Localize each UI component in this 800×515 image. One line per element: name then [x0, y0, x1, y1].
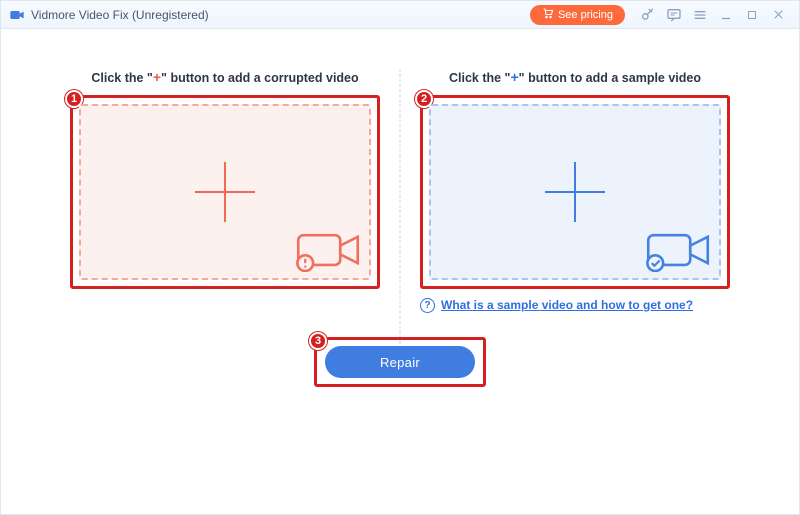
- repair-button[interactable]: Repair: [325, 346, 475, 378]
- sample-help-row: ? What is a sample video and how to get …: [420, 297, 730, 313]
- key-icon[interactable]: [635, 2, 661, 28]
- plus-icon: [195, 162, 255, 222]
- close-icon[interactable]: [765, 2, 791, 28]
- text: " button to add a corrupted video: [161, 71, 359, 85]
- corrupted-instruction: Click the "+" button to add a corrupted …: [91, 69, 358, 85]
- step-1-callout: 1: [70, 95, 380, 289]
- plus-icon: [545, 162, 605, 222]
- sample-instruction: Click the "+" button to add a sample vid…: [449, 69, 701, 85]
- see-pricing-label: See pricing: [558, 9, 613, 21]
- plus-icon: +: [510, 69, 518, 85]
- video-warning-icon: [293, 228, 363, 272]
- titlebar: Vidmore Video Fix (Unregistered) See pri…: [1, 1, 799, 29]
- add-corrupted-video-dropzone[interactable]: [79, 104, 371, 280]
- menu-icon[interactable]: [687, 2, 713, 28]
- plus-icon: +: [153, 69, 161, 85]
- vertical-divider: [400, 69, 401, 369]
- text: " button to add a sample video: [519, 71, 701, 85]
- step-3-callout: 3 Repair: [314, 337, 486, 387]
- help-icon: ?: [420, 298, 435, 313]
- repair-label: Repair: [380, 355, 420, 370]
- sample-video-column: Click the "+" button to add a sample vid…: [420, 69, 730, 313]
- text: Click the ": [449, 71, 511, 85]
- sample-help-link[interactable]: What is a sample video and how to get on…: [441, 297, 693, 313]
- feedback-icon[interactable]: [661, 2, 687, 28]
- add-sample-video-dropzone[interactable]: [429, 104, 721, 280]
- step-2-callout: 2: [420, 95, 730, 289]
- maximize-icon[interactable]: [739, 2, 765, 28]
- text: Click the ": [91, 71, 153, 85]
- corrupted-video-column: Click the "+" button to add a corrupted …: [70, 69, 380, 289]
- cart-icon: [542, 7, 554, 22]
- app-icon: [9, 7, 25, 23]
- minimize-icon[interactable]: [713, 2, 739, 28]
- main-area: Click the "+" button to add a corrupted …: [1, 29, 799, 514]
- see-pricing-button[interactable]: See pricing: [530, 5, 625, 25]
- app-title: Vidmore Video Fix (Unregistered): [31, 8, 209, 22]
- video-check-icon: [643, 228, 713, 272]
- step-badge-3: 3: [309, 332, 327, 350]
